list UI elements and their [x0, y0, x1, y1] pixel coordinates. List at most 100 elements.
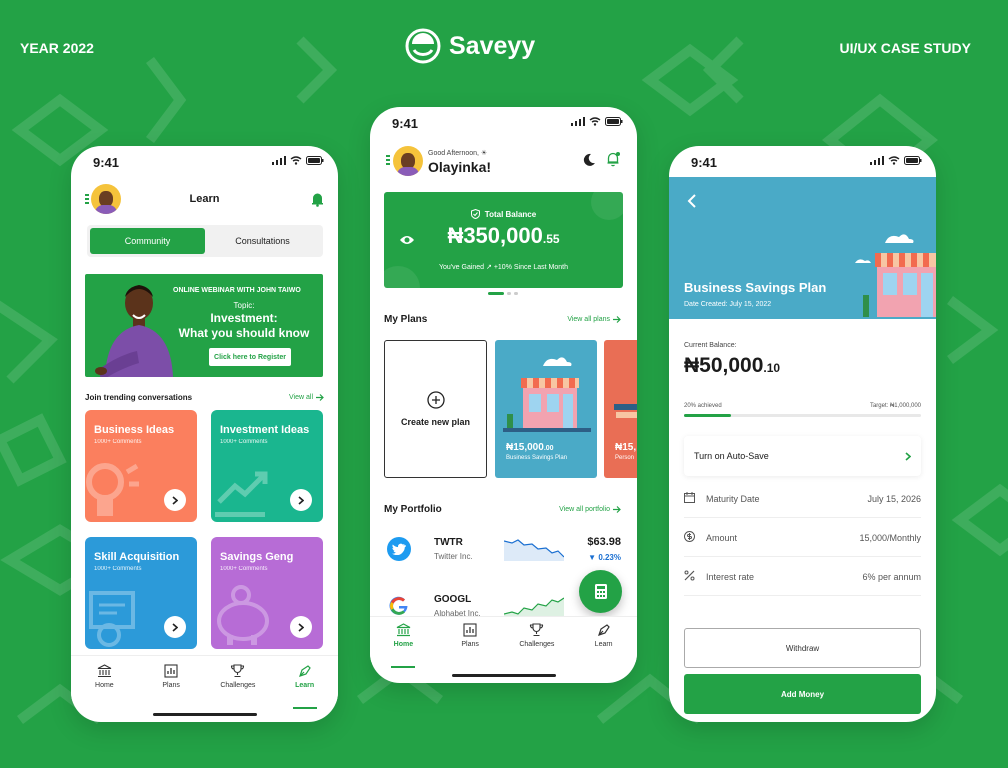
- avatar[interactable]: [393, 146, 423, 176]
- view-all-portfolio-label: View all portfolio: [559, 506, 610, 513]
- nav-learn[interactable]: Learn: [275, 664, 335, 709]
- plan-title: Business Savings Plan: [684, 280, 827, 295]
- add-money-button[interactable]: Add Money: [684, 674, 921, 714]
- plan-date-created: Date Created: July 15, 2022: [684, 301, 772, 308]
- info-label: Interest rate: [706, 571, 755, 582]
- bell-icon[interactable]: [311, 192, 324, 207]
- ticker: TWTR: [434, 537, 463, 548]
- nav-learn[interactable]: Learn: [574, 623, 634, 662]
- home-indicator: [451, 674, 556, 677]
- achieved-label: 20% achieved: [684, 403, 722, 409]
- nav-label: Challenges: [519, 641, 555, 648]
- autosave-label: Turn on Auto-Save: [694, 451, 769, 461]
- speaker-illustration: [95, 285, 173, 377]
- topic-card-investment-ideas[interactable]: Investment Ideas 1000+ Comments: [211, 410, 323, 522]
- portfolio-row-twtr[interactable]: TWTR Twitter Inc. $63.98 ▼ 0.23%: [384, 531, 621, 571]
- view-all-plans-link[interactable]: View all plans: [567, 316, 621, 323]
- card-arrow-button[interactable]: [290, 616, 312, 638]
- google-logo-icon: [387, 594, 411, 618]
- moon-icon[interactable]: [582, 153, 596, 167]
- plan-card-business[interactable]: ₦15,000.00 Business Savings Plan: [495, 340, 597, 478]
- current-balance: ₦50,000.10: [684, 354, 780, 378]
- topic-card-savings-geng[interactable]: Savings Geng 1000+ Comments: [211, 537, 323, 649]
- topic-card-business-ideas[interactable]: Business Ideas 1000+ Comments: [85, 410, 197, 522]
- topic-card-skill-acquisition[interactable]: Skill Acquisition 1000+ Comments: [85, 537, 197, 649]
- view-all-portfolio-link[interactable]: View all portfolio: [559, 506, 621, 513]
- register-button[interactable]: Click here to Register: [209, 348, 291, 366]
- view-all-link[interactable]: View all: [289, 394, 324, 401]
- saveyy-logo-icon: [405, 28, 441, 64]
- balance-card: Total Balance ₦350,000.55 You've Gained …: [384, 192, 623, 288]
- chevron-right-icon: [172, 622, 178, 632]
- brand-name: Saveyy: [449, 31, 536, 60]
- back-arrow-icon[interactable]: [687, 194, 697, 208]
- learn-tabs: Community Consultations: [87, 225, 323, 257]
- chart-icon: [164, 664, 178, 678]
- card-arrow-button[interactable]: [164, 489, 186, 511]
- tab-consultations[interactable]: Consultations: [205, 228, 320, 254]
- nav-label: Challenges: [220, 682, 256, 689]
- webinar-title-2: What you should know: [178, 326, 310, 340]
- withdraw-button[interactable]: Withdraw: [684, 628, 921, 668]
- nav-label: Plans: [162, 682, 180, 689]
- plan-name: Person: [615, 455, 635, 461]
- nav-label: Learn: [594, 641, 613, 648]
- info-value: 6% per annum: [862, 571, 921, 582]
- calculator-fab[interactable]: [579, 570, 622, 613]
- page-title: Learn: [189, 193, 220, 205]
- tab-community[interactable]: Community: [90, 228, 205, 254]
- books-illustration: [614, 404, 637, 418]
- balance-decimal: .55: [542, 232, 560, 246]
- card-arrow-button[interactable]: [290, 489, 312, 511]
- nav-home[interactable]: Home: [74, 664, 134, 703]
- info-row-amount: Amount 15,000/Monthly: [684, 519, 921, 557]
- card-arrow-button[interactable]: [164, 616, 186, 638]
- trophy-icon: [530, 623, 544, 637]
- status-bar: 9:41: [71, 146, 338, 176]
- current-balance-label: Current Balance:: [684, 342, 737, 349]
- stock-change: ▼ 0.23%: [588, 553, 621, 562]
- create-plan-button[interactable]: Create new plan: [384, 340, 487, 478]
- wifi-icon: [290, 156, 302, 165]
- chart-icon: [463, 623, 477, 637]
- nav-challenges[interactable]: Challenges: [507, 623, 567, 662]
- home-screen: 9:41 Good Afternoon, ☀ Olayinka! Total B…: [370, 107, 637, 683]
- greeting: Good Afternoon, ☀: [428, 150, 488, 157]
- status-time: 9:41: [93, 155, 120, 170]
- nav-label: Home: [393, 641, 414, 648]
- plan-card-personal[interactable]: ₦15, Person: [604, 340, 637, 478]
- bell-icon[interactable]: [606, 151, 621, 167]
- wifi-icon: [888, 156, 900, 165]
- webinar-banner[interactable]: ONLINE WEBINAR WITH JOHN TAIWO Topic: In…: [85, 274, 323, 377]
- certificate-icon: [89, 591, 135, 647]
- view-all-plans-label: View all plans: [567, 316, 610, 323]
- status-bar: 9:41: [370, 107, 637, 137]
- case-study-label: UI/UX CASE STUDY: [839, 40, 971, 56]
- piggy-icon: [217, 585, 269, 645]
- plan-hero: Business Savings Plan Date Created: July…: [669, 177, 936, 319]
- stock-price: $63.98: [587, 536, 621, 548]
- nav-plans[interactable]: Plans: [141, 664, 201, 703]
- trending-header: Join trending conversations View all: [85, 393, 324, 402]
- chevron-right-icon: [298, 495, 304, 505]
- menu-icon[interactable]: [386, 155, 390, 165]
- nav-challenges[interactable]: Challenges: [208, 664, 268, 703]
- nav-plans[interactable]: Plans: [440, 623, 500, 662]
- nav-label: Home: [95, 682, 114, 689]
- plan-amount-decimal: .00: [543, 445, 554, 452]
- autosave-row[interactable]: Turn on Auto-Save: [684, 436, 921, 476]
- status-time: 9:41: [691, 155, 718, 170]
- create-plan-label: Create new plan: [400, 417, 471, 427]
- trophy-icon: [231, 664, 245, 678]
- card-comments: 1000+ Comments: [220, 439, 268, 445]
- dollar-icon: [684, 531, 695, 542]
- home-indicator: [152, 713, 257, 716]
- arrow-right-icon: [613, 506, 621, 513]
- plan-name: Business Savings Plan: [506, 455, 568, 461]
- webinar-title-1: Investment:: [210, 311, 278, 325]
- trend-icon: [215, 471, 268, 517]
- pen-icon: [298, 665, 311, 677]
- nav-home[interactable]: Home: [373, 623, 433, 668]
- status-bar: 9:41: [669, 146, 936, 176]
- nav-label: Learn: [295, 682, 315, 689]
